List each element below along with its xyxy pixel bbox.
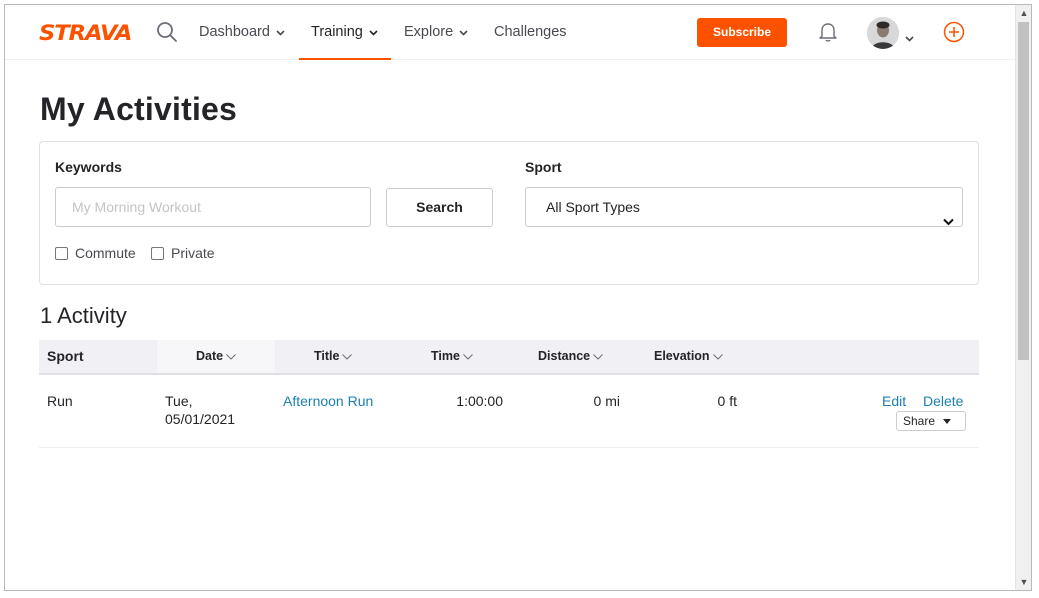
row-date-day: Tue,	[165, 393, 193, 409]
row-distance: 0 mi	[593, 393, 620, 409]
column-distance-label: Distance	[538, 349, 591, 363]
strava-logo[interactable]: STRAVA	[39, 21, 132, 45]
nav-dashboard[interactable]: Dashboard	[199, 5, 285, 60]
nav-training-label: Training	[311, 24, 363, 40]
activities-table-header: Sport Date Title Time Distance Elevation	[39, 340, 979, 375]
sort-chevron-icon	[463, 340, 473, 373]
sport-label: Sport	[525, 159, 562, 175]
nav-explore-label: Explore	[404, 24, 454, 40]
sort-chevron-icon	[342, 340, 353, 373]
search-button[interactable]: Search	[386, 188, 493, 227]
checkbox-box[interactable]	[151, 247, 164, 260]
vertical-scrollbar[interactable]: ▲ ▼	[1015, 5, 1031, 590]
sort-chevron-icon	[712, 340, 723, 373]
nav-training[interactable]: Training	[299, 5, 391, 60]
activity-count: 1 Activity	[40, 303, 127, 328]
sport-type-select[interactable]: All Sport Types	[525, 187, 963, 227]
sport-type-selected: All Sport Types	[546, 199, 640, 215]
delete-link[interactable]: Delete	[923, 393, 963, 409]
page-title: My Activities	[40, 91, 238, 127]
nav-challenges[interactable]: Challenges	[494, 5, 567, 60]
scroll-up-arrow-icon[interactable]: ▲	[1016, 5, 1031, 21]
chevron-down-icon	[459, 5, 468, 59]
private-checkbox[interactable]: Private	[151, 245, 231, 261]
column-title-label: Title	[314, 349, 340, 363]
edit-link[interactable]: Edit	[882, 393, 906, 409]
row-title-link[interactable]: Afternoon Run	[283, 392, 373, 410]
chevron-down-icon	[276, 5, 285, 59]
column-header-distance[interactable]: Distance	[538, 340, 603, 373]
column-elevation-label: Elevation	[654, 349, 710, 363]
chevron-down-icon	[369, 5, 378, 59]
keywords-label: Keywords	[55, 159, 122, 175]
row-elevation: 0 ft	[717, 393, 737, 409]
top-navbar: STRAVA Dashboard Training Explore Challe…	[5, 5, 1015, 60]
chevron-down-icon	[943, 202, 954, 240]
avatar	[867, 17, 899, 49]
share-label: Share	[903, 414, 936, 428]
column-time-label: Time	[431, 349, 460, 363]
browser-viewport: STRAVA Dashboard Training Explore Challe…	[4, 4, 1032, 591]
commute-checkbox[interactable]: Commute	[55, 245, 145, 261]
column-header-title[interactable]: Title	[314, 340, 353, 373]
nav-dashboard-label: Dashboard	[199, 24, 270, 40]
commute-label: Commute	[75, 245, 136, 261]
caret-down-icon	[943, 419, 951, 424]
keywords-input[interactable]	[55, 187, 371, 227]
plus-circle-icon[interactable]	[943, 21, 965, 43]
private-label: Private	[171, 245, 215, 261]
activity-filters: Keywords Search Sport All Sport Types Co…	[39, 141, 979, 285]
sort-chevron-icon	[593, 340, 603, 373]
column-header-time[interactable]: Time	[431, 340, 473, 373]
row-date: Tue, 05/01/2021	[165, 392, 235, 428]
search-icon[interactable]	[155, 20, 179, 44]
table-row: Run Tue, 05/01/2021 Afternoon Run 1:00:0…	[39, 375, 979, 448]
column-header-date[interactable]: Date	[196, 340, 236, 373]
checkbox-box[interactable]	[55, 247, 68, 260]
bell-icon[interactable]	[818, 21, 838, 43]
chevron-down-icon	[905, 29, 914, 47]
row-time: 1:00:00	[456, 393, 503, 409]
row-date-value: 05/01/2021	[165, 411, 236, 427]
row-sport: Run	[47, 393, 73, 409]
nav-explore[interactable]: Explore	[404, 5, 468, 60]
share-dropdown-button[interactable]: Share	[896, 411, 966, 431]
scrollbar-thumb[interactable]	[1018, 22, 1029, 360]
sort-chevron-icon	[226, 340, 236, 373]
column-header-elevation[interactable]: Elevation	[654, 340, 723, 373]
subscribe-button[interactable]: Subscribe	[697, 18, 787, 47]
column-header-sport: Sport	[47, 348, 84, 364]
column-date-label: Date	[196, 349, 224, 363]
nav-challenges-label: Challenges	[494, 24, 567, 40]
scroll-down-arrow-icon[interactable]: ▼	[1016, 574, 1031, 590]
